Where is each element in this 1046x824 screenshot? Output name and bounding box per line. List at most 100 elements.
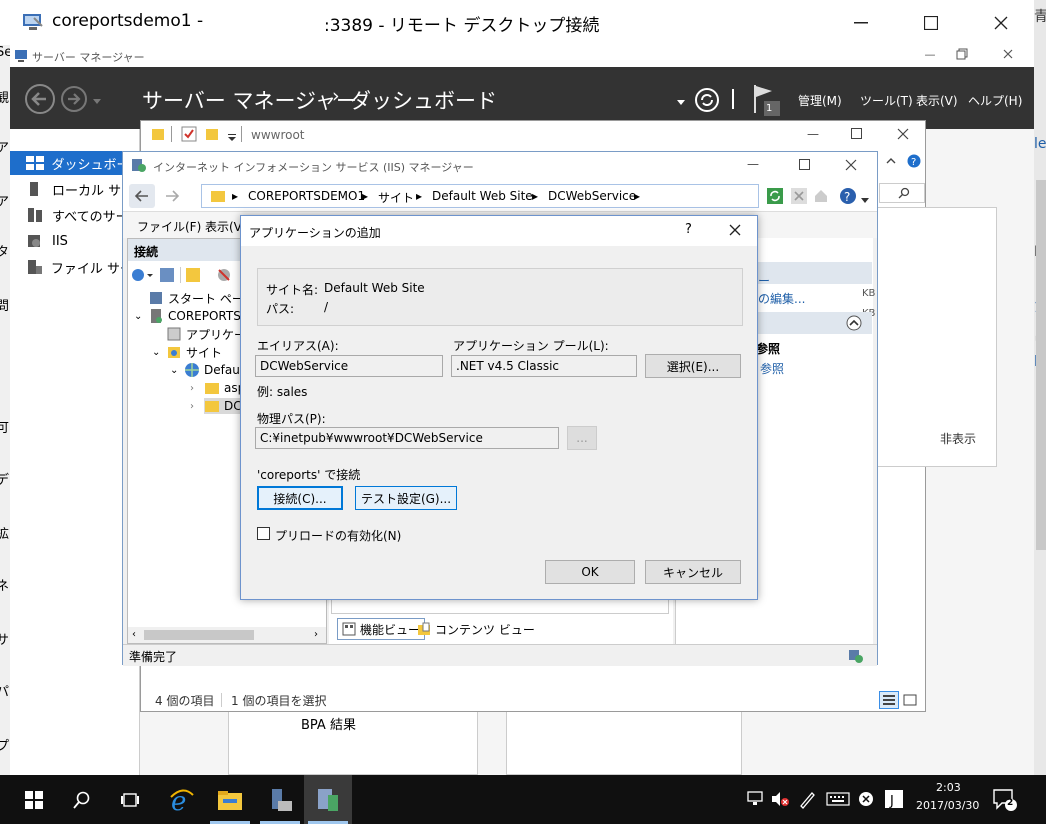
- explorer-minimize-button[interactable]: —: [807, 127, 823, 143]
- close-button[interactable]: [966, 0, 1036, 45]
- sm-minimize-button[interactable]: —: [920, 48, 940, 64]
- horizontal-scrollbar[interactable]: ‹ ›: [128, 627, 326, 643]
- large-icons-view-icon[interactable]: [903, 693, 917, 707]
- start-button[interactable]: [10, 775, 58, 824]
- address-segment[interactable]: Default Web Site: [432, 189, 533, 203]
- tree-item-default-site[interactable]: ⌄ Defaul: [170, 361, 243, 379]
- menu-manage[interactable]: 管理(M): [798, 92, 842, 109]
- content-view-tab[interactable]: コンテンツ ビュー: [413, 618, 539, 640]
- customize-qat-icon[interactable]: [227, 131, 237, 141]
- preload-checkbox[interactable]: [257, 527, 270, 540]
- expand-icon[interactable]: ›: [190, 383, 204, 394]
- network-icon[interactable]: [746, 791, 764, 807]
- scrollbar-thumb[interactable]: [144, 630, 254, 640]
- taskbar: e J 2:03 2017/03/30 2: [0, 775, 1046, 824]
- dialog-help-button[interactable]: ?: [685, 222, 692, 237]
- collapse-ribbon-icon[interactable]: [885, 155, 897, 167]
- iis-back-button[interactable]: [129, 184, 155, 208]
- address-segment[interactable]: COREPORTSDEMO1: [248, 189, 365, 203]
- menu-help[interactable]: ヘルプ(H): [968, 92, 1022, 109]
- edge-browser-button[interactable]: e: [158, 775, 206, 824]
- address-segment[interactable]: サイト: [378, 189, 414, 206]
- iis-forward-button[interactable]: [159, 184, 185, 208]
- menu-tools[interactable]: ツール(T): [860, 92, 913, 109]
- volume-muted-icon[interactable]: [770, 791, 790, 807]
- scroll-right-icon[interactable]: ›: [314, 629, 318, 640]
- tree-item-dcwebservice[interactable]: › DC: [190, 397, 246, 415]
- physical-path-input[interactable]: C:¥inetpub¥wwwroot¥DCWebService: [255, 427, 559, 449]
- sidebar-item-local-server[interactable]: ローカル サー: [10, 177, 140, 201]
- properties-icon[interactable]: [181, 126, 197, 142]
- iis-address-bar[interactable]: ▸ COREPORTSDEMO1 ▸ サイト ▸ Default Web Sit…: [201, 184, 759, 208]
- expand-icon[interactable]: ›: [190, 401, 204, 412]
- history-dropdown-icon[interactable]: [92, 95, 102, 104]
- refresh-icon[interactable]: [767, 188, 783, 204]
- new-folder-icon[interactable]: [205, 127, 219, 141]
- back-icon[interactable]: [24, 83, 56, 115]
- refresh-icon[interactable]: [694, 87, 720, 113]
- select-pool-button[interactable]: 選択(E)...: [645, 354, 741, 378]
- help-icon[interactable]: ?: [907, 154, 921, 168]
- app-pool-icon: [167, 327, 181, 341]
- dialog-close-button[interactable]: [729, 224, 741, 236]
- stop-icon[interactable]: [791, 188, 807, 204]
- iis-close-button[interactable]: [845, 159, 857, 171]
- test-settings-button[interactable]: テスト設定(G)...: [355, 486, 457, 510]
- collapse-icon[interactable]: ⌄: [134, 311, 148, 322]
- physical-path-label: 物理パス(P):: [257, 412, 326, 426]
- maximize-button[interactable]: [896, 0, 966, 45]
- help-dropdown-icon[interactable]: [861, 193, 869, 203]
- dropdown-icon[interactable]: [676, 96, 686, 105]
- search-button[interactable]: [58, 775, 106, 824]
- action-browse[interactable]: 参照: [760, 360, 784, 377]
- details-view-icon[interactable]: [879, 691, 899, 709]
- explorer-maximize-button[interactable]: [851, 128, 863, 140]
- forward-icon[interactable]: [60, 85, 88, 113]
- home-icon[interactable]: [813, 188, 829, 204]
- browse-button[interactable]: ...: [567, 426, 597, 450]
- explorer-close-button[interactable]: [897, 128, 909, 140]
- clock-date[interactable]: 2017/03/30: [916, 799, 979, 812]
- address-segment[interactable]: DCWebService: [548, 189, 636, 203]
- collapse-icon[interactable]: ⌄: [152, 347, 166, 358]
- iis-icon: [318, 788, 338, 811]
- ok-button[interactable]: OK: [545, 560, 635, 584]
- alias-input[interactable]: DCWebService: [255, 355, 443, 377]
- iis-minimize-button[interactable]: —: [747, 157, 763, 173]
- scroll-left-icon[interactable]: ‹: [132, 629, 136, 640]
- pen-icon[interactable]: [798, 789, 816, 809]
- sidebar-item-iis[interactable]: IIS: [10, 229, 140, 253]
- menu-view[interactable]: 表示(V): [916, 92, 958, 109]
- file-explorer-button[interactable]: [206, 775, 254, 824]
- action-center-icon[interactable]: 2: [992, 787, 1018, 813]
- scrollbar-thumb[interactable]: [1036, 180, 1046, 550]
- svg-text:?: ?: [844, 190, 850, 204]
- address-separator: ▸: [362, 189, 369, 203]
- close-circle-icon[interactable]: [858, 791, 874, 807]
- help-icon[interactable]: ?: [839, 187, 857, 205]
- connect-as-button[interactable]: 接続(C)...: [257, 486, 343, 510]
- sidebar-item-all-servers[interactable]: すべてのサー: [10, 203, 140, 227]
- tree-item-server[interactable]: ⌄ COREPORTSD: [134, 307, 250, 325]
- collapse-section-icon[interactable]: [846, 315, 862, 331]
- server-manager-button[interactable]: [256, 775, 304, 824]
- minimize-button[interactable]: [826, 0, 896, 45]
- size-label: KB: [862, 288, 876, 299]
- menu-file[interactable]: ファイル(F): [137, 218, 201, 235]
- touch-keyboard-icon[interactable]: [826, 791, 850, 807]
- collapse-icon[interactable]: ⌄: [170, 365, 184, 376]
- sm-close-button[interactable]: [1002, 48, 1022, 64]
- sidebar-item-dashboard[interactable]: ダッシュボード: [10, 151, 140, 175]
- sidebar-item-file-services[interactable]: ファイル サービ: [10, 255, 140, 279]
- clock-time[interactable]: 2:03: [936, 781, 961, 794]
- sm-restore-button[interactable]: [956, 48, 976, 64]
- task-view-button[interactable]: [106, 775, 154, 824]
- iis-manager-button[interactable]: [304, 775, 352, 824]
- language-icon[interactable]: J: [884, 789, 904, 809]
- explorer-search-box[interactable]: [879, 183, 925, 203]
- tree-item-aspnet[interactable]: › asp: [190, 379, 245, 397]
- iis-maximize-button[interactable]: [799, 159, 811, 171]
- feature-view-tab[interactable]: 機能ビュー: [337, 618, 426, 640]
- tree-item-sites[interactable]: ⌄ サイト: [152, 343, 222, 361]
- cancel-button[interactable]: キャンセル: [645, 560, 741, 584]
